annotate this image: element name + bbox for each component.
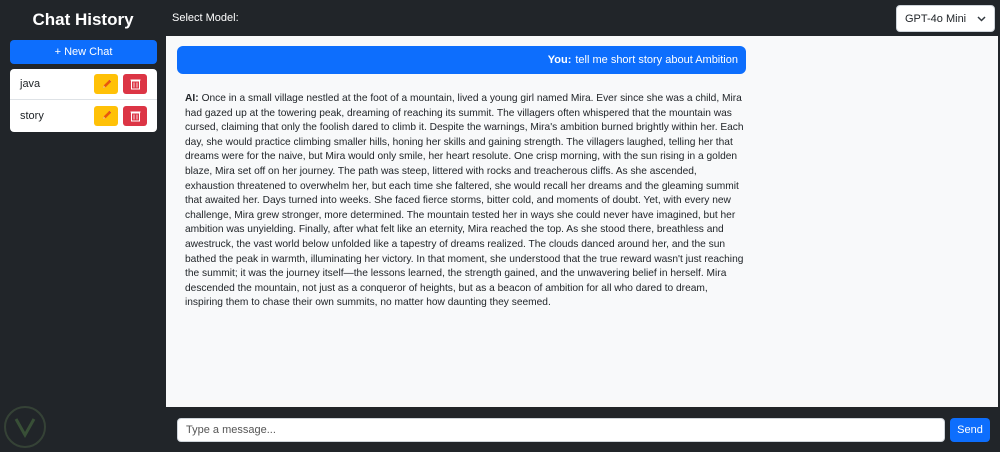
chat-item-story[interactable]: story [10,100,157,131]
chat-list: java story [10,69,157,132]
chat-item-label[interactable]: story [20,110,89,122]
user-message: You: tell me short story about Ambition [177,46,746,74]
ai-prefix: AI: [185,93,199,104]
delete-chat-button[interactable] [123,105,147,126]
user-prefix: You: [547,54,572,66]
chat-item-java[interactable]: java [10,69,157,100]
pencil-icon [102,79,111,88]
model-select[interactable]: GPT-4o Mini [896,5,995,32]
edit-chat-button[interactable] [94,105,118,126]
delete-chat-button[interactable] [123,74,147,94]
chevron-down-icon [977,15,986,22]
send-button[interactable]: Send [950,418,990,442]
chat-area[interactable]: You: tell me short story about Ambition … [166,36,998,407]
trash-icon [130,111,140,121]
model-select-value: GPT-4o Mini [905,12,967,25]
sidebar-title: Chat History [32,10,134,29]
shield-logo-icon [14,418,36,439]
trash-icon [130,79,140,90]
topbar: Select Model: GPT-4o Mini [166,0,1000,36]
watermark-logo [4,406,46,448]
model-label: Select Model: [172,12,239,24]
user-message-text: tell me short story about Ambition [575,54,738,66]
composer-bar: Send [166,407,1000,452]
ai-message: AI: Once in a small village nestled at th… [185,92,745,311]
ai-message-text: Once in a small village nestled at the f… [185,93,744,309]
new-chat-button[interactable]: + New Chat [10,40,157,64]
chat-item-label[interactable]: java [20,78,89,90]
sidebar: Chat History + New Chat java story [0,0,166,452]
edit-chat-button[interactable] [94,74,118,94]
message-input[interactable] [177,418,945,442]
pencil-icon [102,110,111,120]
